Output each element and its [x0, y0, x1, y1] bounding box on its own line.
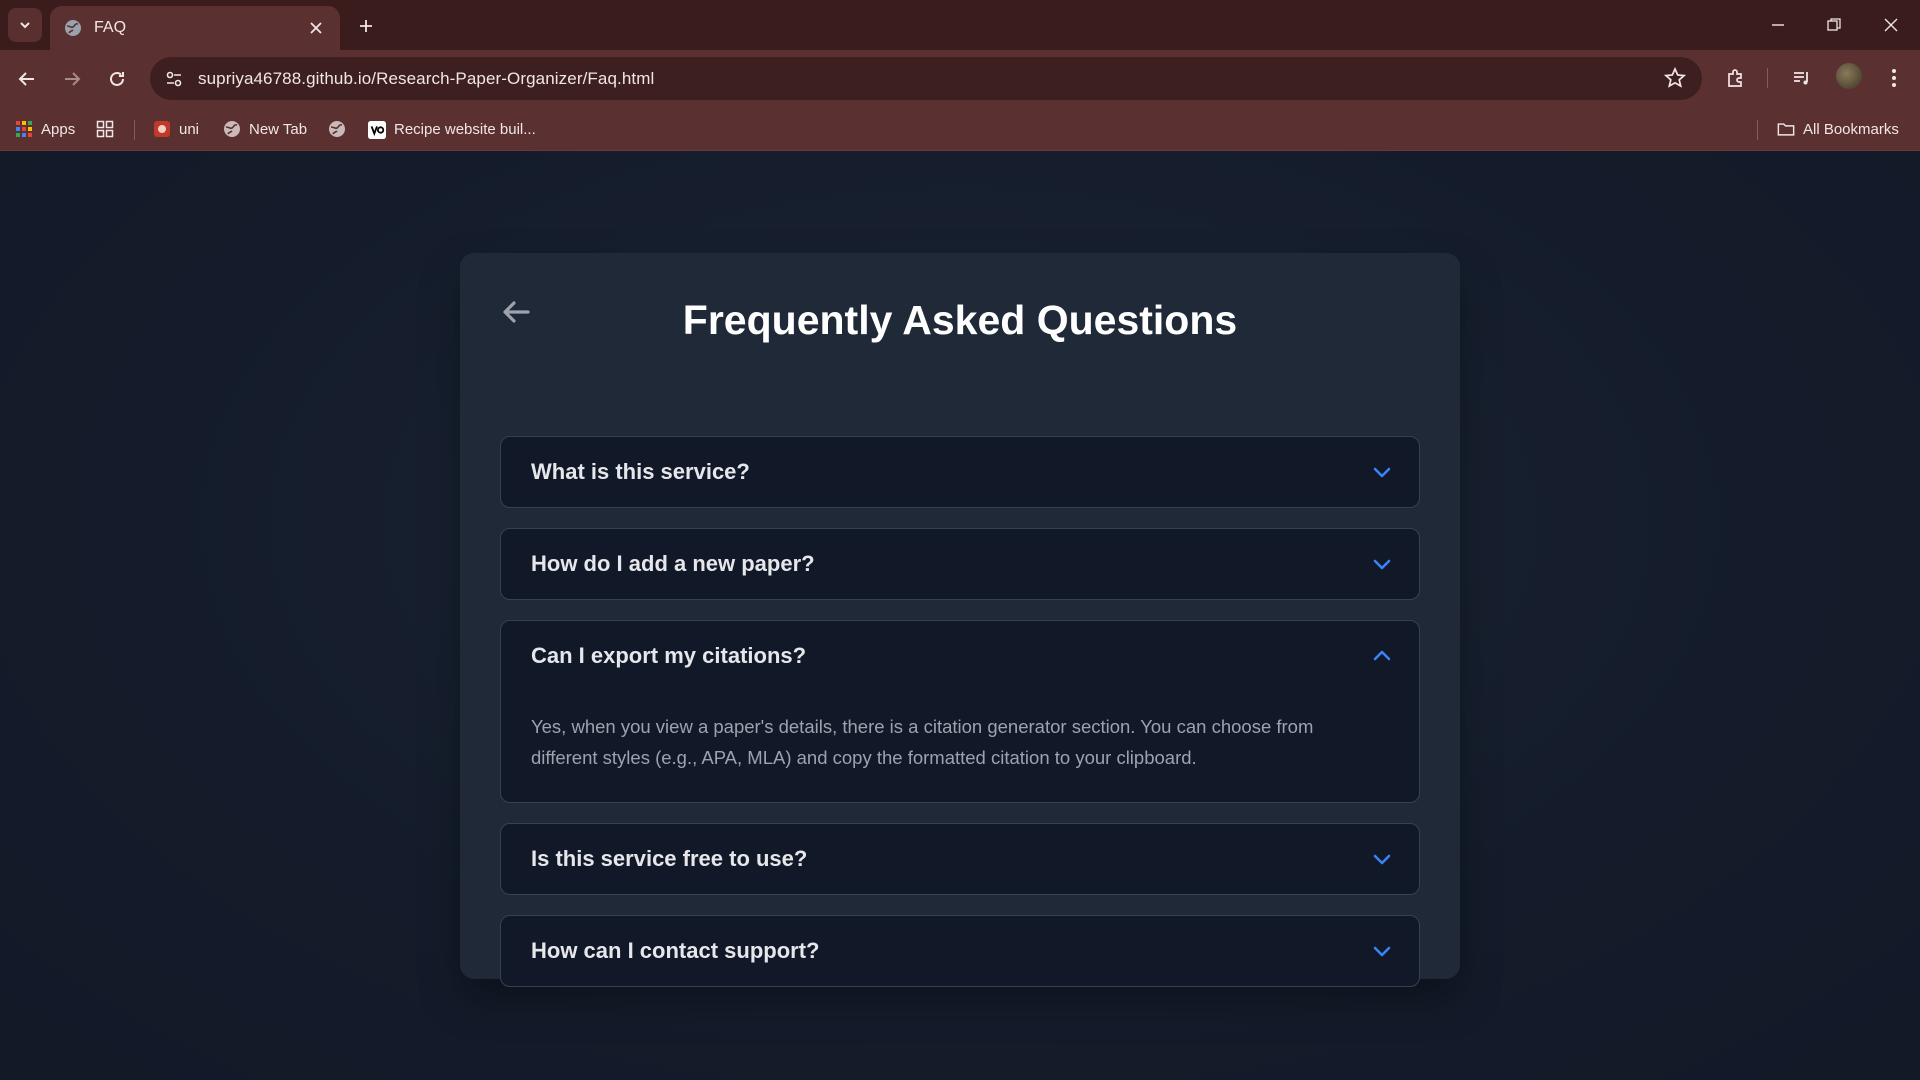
restore-button[interactable] — [1814, 10, 1854, 40]
new-tab-button[interactable] — [352, 12, 380, 40]
restore-icon — [1827, 18, 1841, 31]
bookmark-uni[interactable]: uni — [153, 118, 199, 140]
bookmark-new-tab[interactable]: New Tab — [223, 118, 307, 140]
faq-item[interactable]: How can I contact support? — [500, 915, 1420, 987]
all-bookmarks-label: All Bookmarks — [1803, 120, 1899, 138]
arrow-right-icon — [65, 72, 81, 86]
bookmark-recipe-website[interactable]: Recipe website buil... — [368, 118, 536, 140]
browser-menu-button[interactable] — [1880, 64, 1908, 92]
close-icon[interactable] — [306, 18, 326, 38]
chevron-up-icon[interactable] — [1371, 645, 1393, 667]
bookmark-label: Apps — [41, 120, 76, 138]
chevron-down-icon[interactable] — [1371, 848, 1393, 870]
faq-question[interactable]: Is this service free to use? — [531, 846, 807, 872]
bookmarks-divider — [134, 120, 135, 140]
url-text[interactable]: supriya46788.github.io/Research-Paper-Or… — [198, 69, 654, 89]
faq-item[interactable]: Is this service free to use? — [500, 823, 1420, 895]
bookmark-label: Recipe website buil... — [394, 120, 536, 138]
forward-nav-button[interactable] — [55, 62, 89, 96]
browser-tab-strip: FAQ — [0, 0, 1920, 50]
page-background: Frequently Asked Questions What is this … — [0, 151, 1920, 1080]
puzzle-icon — [1728, 69, 1742, 87]
faq-card: Frequently Asked Questions What is this … — [460, 253, 1460, 987]
tab-groups-icon — [96, 120, 114, 138]
bookmark-globe[interactable] — [328, 118, 354, 140]
bookmarks-divider — [1757, 120, 1758, 140]
page-title: Frequently Asked Questions — [682, 297, 1238, 343]
globe-icon — [328, 120, 346, 138]
extensions-button[interactable] — [1722, 64, 1750, 92]
reload-button[interactable] — [100, 62, 134, 96]
queue-music-icon — [1794, 72, 1808, 85]
bookmark-label: uni — [179, 120, 200, 138]
kebab-menu-icon — [1892, 69, 1896, 87]
faq-answer: Yes, when you view a paper's details, th… — [531, 716, 1314, 768]
tab-search-button[interactable] — [8, 8, 42, 42]
faq-question[interactable]: How can I contact support? — [531, 938, 819, 964]
tab-title: FAQ — [94, 19, 127, 36]
site-info-icon[interactable] — [164, 69, 184, 89]
browser-tab[interactable]: FAQ — [50, 6, 340, 50]
faq-item[interactable]: What is this service? — [500, 436, 1420, 508]
apps-grid-icon — [15, 120, 33, 138]
folder-icon — [1777, 120, 1795, 138]
bookmarks-bar: Apps uni New Tab Recipe website buil... — [0, 107, 1920, 151]
address-bar[interactable]: supriya46788.github.io/Research-Paper-Or… — [150, 57, 1702, 100]
v0-favicon — [368, 120, 386, 139]
minimize-icon — [1772, 24, 1784, 26]
close-window-button[interactable] — [1871, 10, 1911, 40]
chevron-down-icon[interactable] — [1371, 553, 1393, 575]
reload-icon — [110, 71, 124, 86]
faq-item-expanded[interactable]: Can I export my citations? Yes, when you… — [500, 620, 1420, 803]
minimize-button[interactable] — [1758, 10, 1798, 40]
all-bookmarks-button[interactable]: All Bookmarks — [1777, 118, 1899, 140]
uni-favicon — [153, 120, 171, 138]
globe-icon — [64, 19, 82, 37]
chevron-down-icon[interactable] — [1371, 461, 1393, 483]
back-nav-button[interactable] — [10, 62, 44, 96]
star-icon[interactable] — [1664, 67, 1686, 89]
bookmark-label: New Tab — [249, 120, 308, 138]
faq-question[interactable]: Can I export my citations? — [531, 643, 806, 669]
arrow-left-icon — [18, 72, 34, 86]
bookmark-apps[interactable]: Apps — [15, 118, 75, 140]
plus-icon — [360, 20, 372, 32]
media-controls-button[interactable] — [1788, 64, 1816, 92]
close-icon — [1884, 18, 1898, 32]
toolbar-divider — [1767, 68, 1768, 88]
faq-item[interactable]: How do I add a new paper? — [500, 528, 1420, 600]
globe-icon — [223, 120, 241, 138]
chevron-down-icon — [20, 22, 30, 29]
browser-toolbar: supriya46788.github.io/Research-Paper-Or… — [0, 50, 1920, 107]
bookmark-tab-groups[interactable] — [96, 118, 122, 140]
profile-avatar[interactable] — [1836, 63, 1862, 89]
chevron-down-icon[interactable] — [1371, 940, 1393, 962]
faq-question[interactable]: What is this service? — [531, 459, 750, 485]
faq-question[interactable]: How do I add a new paper? — [531, 551, 815, 577]
